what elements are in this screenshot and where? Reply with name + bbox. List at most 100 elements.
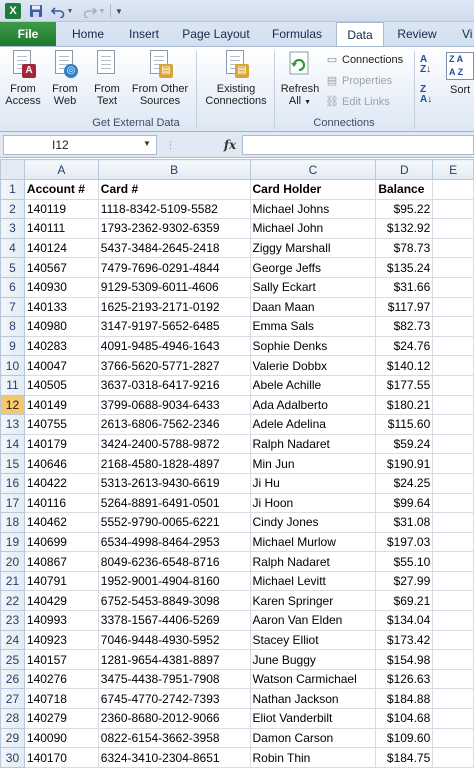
cell-a19[interactable]: 140699 — [23, 531, 99, 553]
cell-e20[interactable] — [432, 551, 474, 572]
row-header[interactable]: 27 — [0, 688, 25, 710]
cell-e9[interactable] — [432, 335, 474, 357]
cell-e11[interactable] — [432, 374, 474, 396]
tab-formulas[interactable]: Formulas — [262, 22, 332, 46]
row-header[interactable]: 29 — [0, 727, 25, 749]
row-header[interactable]: 28 — [0, 708, 25, 729]
cell-a13[interactable]: 140755 — [23, 414, 99, 435]
cell-e15[interactable] — [432, 453, 474, 474]
cell-a3[interactable]: 140111 — [23, 218, 99, 239]
cell-c26[interactable]: Watson Carmichael — [249, 668, 377, 690]
cell-a2[interactable]: 140119 — [23, 198, 99, 220]
cell-c22[interactable]: Karen Springer — [249, 590, 377, 612]
tab-home[interactable]: Home — [62, 22, 114, 46]
cell-d14[interactable]: $59.24 — [375, 433, 434, 455]
cell-c29[interactable]: Damon Carson — [249, 727, 377, 749]
cell-e28[interactable] — [432, 708, 474, 729]
cell-b13[interactable]: 2613-6806-7562-2346 — [97, 414, 251, 435]
column-header-a[interactable]: A — [23, 159, 99, 180]
cell-b3[interactable]: 1793-2362-9302-6359 — [97, 218, 251, 239]
row-header[interactable]: 2 — [0, 198, 25, 220]
cell-a14[interactable]: 140179 — [23, 433, 99, 455]
cell-b28[interactable]: 2360-8680-2012-9066 — [97, 708, 251, 729]
cell-d25[interactable]: $154.98 — [375, 649, 434, 670]
name-box[interactable]: I12 — [3, 135, 157, 155]
cell-a21[interactable]: 140791 — [23, 570, 99, 592]
sort-z-to-a-icon[interactable]: Z A↓ — [420, 85, 440, 105]
cell-a16[interactable]: 140422 — [23, 472, 99, 494]
column-header-e[interactable]: E — [432, 159, 474, 180]
row-header[interactable]: 10 — [0, 355, 25, 376]
redo-icon[interactable] — [82, 3, 98, 19]
tab-view[interactable]: Vi — [448, 22, 474, 46]
cell-d13[interactable]: $115.60 — [375, 414, 434, 435]
cell-b12[interactable]: 3799-0688-9034-6433 — [97, 394, 251, 416]
refresh-all-button[interactable]: Refresh All ▼ — [278, 50, 322, 109]
cell-c27[interactable]: Nathan Jackson — [249, 688, 377, 710]
cell-d1[interactable]: Balance — [375, 179, 434, 200]
cell-a24[interactable]: 140923 — [23, 629, 99, 651]
existing-connections-button[interactable]: ▤ Existing Connections — [200, 50, 272, 107]
cell-c6[interactable]: Sally Eckart — [249, 276, 377, 298]
row-header[interactable]: 20 — [0, 551, 25, 572]
cell-a12[interactable]: 140149 — [23, 394, 99, 416]
cell-d20[interactable]: $55.10 — [375, 551, 434, 572]
cell-a25[interactable]: 140157 — [23, 649, 99, 670]
cell-c25[interactable]: June Buggy — [249, 649, 377, 670]
cell-a8[interactable]: 140980 — [23, 316, 99, 337]
cell-b27[interactable]: 6745-4770-2742-7393 — [97, 688, 251, 710]
cell-d8[interactable]: $82.73 — [375, 316, 434, 337]
cell-a18[interactable]: 140462 — [23, 512, 99, 533]
cell-a17[interactable]: 140116 — [23, 492, 99, 514]
row-header[interactable]: 7 — [0, 296, 25, 318]
tab-review[interactable]: Review — [390, 22, 444, 46]
cell-a20[interactable]: 140867 — [23, 551, 99, 572]
sort-button[interactable]: Z AA Z Sort — [446, 52, 474, 96]
cell-a30[interactable]: 140170 — [23, 747, 99, 768]
cell-e21[interactable] — [432, 570, 474, 592]
cell-d28[interactable]: $104.68 — [375, 708, 434, 729]
cell-d3[interactable]: $132.92 — [375, 218, 434, 239]
cell-c21[interactable]: Michael Levitt — [249, 570, 377, 592]
cell-b10[interactable]: 3766-5620-5771-2827 — [97, 355, 251, 376]
cell-b14[interactable]: 3424-2400-5788-9872 — [97, 433, 251, 455]
cell-a22[interactable]: 140429 — [23, 590, 99, 612]
properties-button[interactable]: ▤ Properties — [324, 72, 414, 90]
cell-b15[interactable]: 2168-4580-1828-4897 — [97, 453, 251, 474]
cell-b20[interactable]: 8049-6236-6548-8716 — [97, 551, 251, 572]
name-box-dropdown-icon[interactable]: ▼ — [143, 135, 151, 153]
cell-a1[interactable]: Account # — [23, 179, 99, 200]
row-header[interactable]: 13 — [0, 414, 25, 435]
cell-d24[interactable]: $173.42 — [375, 629, 434, 651]
cell-c7[interactable]: Daan Maan — [249, 296, 377, 318]
formula-bar-resize-handle[interactable]: ⋮ — [166, 136, 175, 154]
cell-e25[interactable] — [432, 649, 474, 670]
cell-d17[interactable]: $99.64 — [375, 492, 434, 514]
cell-a7[interactable]: 140133 — [23, 296, 99, 318]
cell-a5[interactable]: 140567 — [23, 257, 99, 278]
cell-c16[interactable]: Ji Hu — [249, 472, 377, 494]
cell-e26[interactable] — [432, 668, 474, 690]
column-header-b[interactable]: B — [97, 159, 251, 180]
cell-b9[interactable]: 4091-9485-4946-1643 — [97, 335, 251, 357]
cell-d15[interactable]: $190.91 — [375, 453, 434, 474]
cell-c14[interactable]: Ralph Nadaret — [249, 433, 377, 455]
cell-b21[interactable]: 1952-9001-4904-8160 — [97, 570, 251, 592]
redo-dropdown-icon[interactable]: ▼ — [98, 3, 106, 19]
cell-e29[interactable] — [432, 727, 474, 749]
cell-e10[interactable] — [432, 355, 474, 376]
refresh-dropdown-icon[interactable]: ▼ — [304, 99, 311, 106]
cell-c10[interactable]: Valerie Dobbx — [249, 355, 377, 376]
row-header[interactable]: 25 — [0, 649, 25, 670]
cell-c18[interactable]: Cindy Jones — [249, 512, 377, 533]
row-header[interactable]: 9 — [0, 335, 25, 357]
cell-e16[interactable] — [432, 472, 474, 494]
cell-e8[interactable] — [432, 316, 474, 337]
cell-a15[interactable]: 140646 — [23, 453, 99, 474]
row-header[interactable]: 16 — [0, 472, 25, 494]
cell-e13[interactable] — [432, 414, 474, 435]
tab-data[interactable]: Data — [336, 22, 384, 47]
cell-e30[interactable] — [432, 747, 474, 768]
undo-icon[interactable] — [50, 3, 66, 19]
cell-a10[interactable]: 140047 — [23, 355, 99, 376]
